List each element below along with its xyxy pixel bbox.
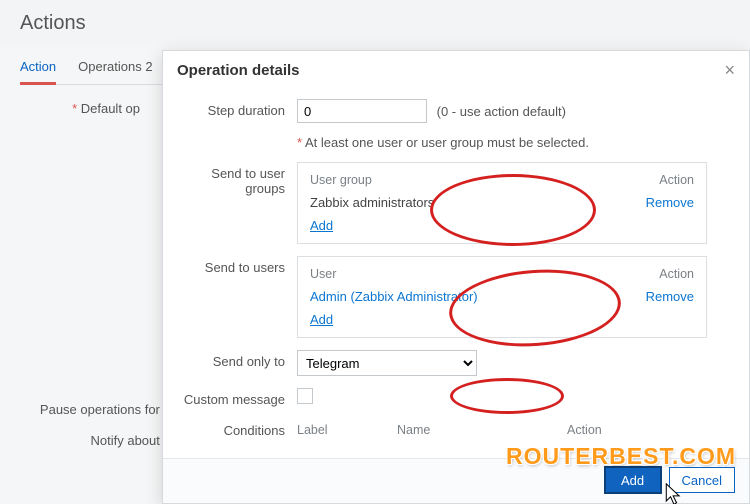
custom-message-label: Custom message (177, 388, 297, 407)
conditions-col-label: Label (297, 423, 387, 437)
step-duration-label: Step duration (177, 99, 297, 118)
page-title: Actions (0, 0, 750, 45)
operation-details-dialog: Operation details × Step duration (0 - u… (162, 50, 750, 504)
conditions-col-name: Name (397, 423, 557, 437)
user-group-header: User group (310, 173, 372, 187)
remove-user-link[interactable]: Remove (646, 289, 694, 304)
users-box: User Action Admin (Zabbix Administrator)… (297, 256, 707, 338)
user-group-value: Zabbix administrators (310, 195, 434, 210)
conditions-label: Conditions (177, 419, 297, 438)
add-button[interactable]: Add (605, 467, 661, 493)
send-only-to-label: Send only to (177, 350, 297, 369)
send-to-user-groups-label: Send to user groups (177, 162, 297, 196)
notify-about-label: Notify about c (20, 431, 180, 448)
user-header: User (310, 267, 336, 281)
dialog-footer: Add Cancel (163, 458, 749, 503)
default-operation-label: Default op (20, 99, 150, 116)
tab-operations[interactable]: Operations 2 (78, 51, 152, 84)
pause-operations-label: Pause operations for s (20, 400, 180, 417)
dialog-title: Operation details (177, 62, 300, 79)
user-groups-box: User group Action Zabbix administrators … (297, 162, 707, 244)
tab-action[interactable]: Action (20, 51, 56, 85)
add-user-link[interactable]: Add (310, 312, 333, 327)
cancel-button[interactable]: Cancel (669, 467, 735, 493)
user-value[interactable]: Admin (Zabbix Administrator) (310, 289, 478, 304)
step-duration-input[interactable] (297, 99, 427, 123)
remove-user-group-link[interactable]: Remove (646, 195, 694, 210)
send-to-users-label: Send to users (177, 256, 297, 275)
conditions-col-action: Action (567, 423, 707, 437)
custom-message-checkbox[interactable] (297, 388, 313, 404)
conditions-header: Label Name Action (297, 423, 707, 437)
action-header-2: Action (659, 267, 694, 281)
send-only-to-select[interactable]: Telegram (297, 350, 477, 376)
close-icon[interactable]: × (724, 61, 735, 79)
required-message: At least one user or user group must be … (305, 135, 589, 150)
required-asterisk: * (297, 135, 305, 150)
step-duration-hint: (0 - use action default) (437, 104, 566, 119)
add-user-group-link[interactable]: Add (310, 218, 333, 233)
action-header: Action (659, 173, 694, 187)
